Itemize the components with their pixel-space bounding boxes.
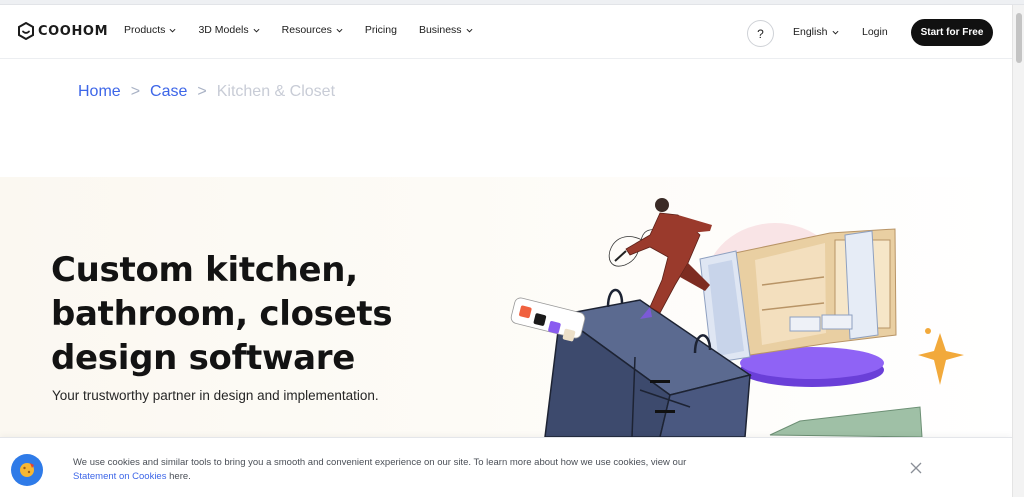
- chevron-down-icon: [466, 28, 473, 33]
- chevron-down-icon: [253, 28, 260, 33]
- chevron-down-icon: [832, 30, 839, 35]
- hero-subtitle: Your trustworthy partner in design and i…: [52, 388, 379, 403]
- illustration-swatch-card: [510, 297, 586, 342]
- breadcrumb: Home > Case > Kitchen & Closet: [78, 83, 335, 101]
- illustration-green-cabinet: [769, 406, 923, 437]
- nav-item-products[interactable]: Products: [124, 24, 176, 36]
- main-menu: Products 3D Models Resources Pricing Bus…: [124, 24, 495, 36]
- nav-item-label: Pricing: [364, 24, 397, 36]
- cookie-banner: We use cookies and similar tools to brin…: [0, 437, 1012, 497]
- start-for-free-button[interactable]: Start for Free: [911, 19, 993, 46]
- sparkle-icon: [918, 333, 964, 385]
- hero-title-line: design software: [51, 338, 355, 378]
- nav-item-label: 3D Models: [198, 24, 249, 36]
- close-icon[interactable]: [909, 461, 923, 475]
- brand-name: COOHOM: [38, 23, 109, 39]
- breadcrumb-current: Kitchen & Closet: [216, 83, 336, 100]
- breadcrumb-home[interactable]: Home: [78, 83, 121, 101]
- nav-item-business[interactable]: Business: [419, 24, 473, 36]
- coohom-logo-icon: [18, 22, 34, 40]
- illustration-figure: [614, 198, 712, 319]
- hero-title: Custom kitchen, bathroom, closets design…: [51, 248, 411, 380]
- nav-item-3d-models[interactable]: 3D Models: [198, 24, 260, 36]
- cookie-text-before: We use cookies and similar tools to brin…: [73, 457, 687, 468]
- brand-logo[interactable]: COOHOM: [18, 22, 108, 40]
- help-button[interactable]: ?: [747, 20, 774, 47]
- cookie-text-after: here.: [166, 471, 191, 482]
- cookie-icon: [11, 454, 43, 486]
- breadcrumb-separator: >: [197, 83, 207, 100]
- nav-item-label: Resources: [281, 24, 332, 36]
- breadcrumb-case[interactable]: Case: [150, 83, 187, 101]
- hero-title-line: bathroom, closets: [51, 294, 393, 334]
- page-scrollbar[interactable]: [1012, 5, 1024, 497]
- login-link[interactable]: Login: [862, 26, 888, 38]
- cookie-message: We use cookies and similar tools to brin…: [73, 456, 693, 484]
- hero-illustration: [510, 198, 964, 437]
- nav-item-pricing[interactable]: Pricing: [365, 24, 397, 36]
- breadcrumb-separator: >: [130, 83, 141, 100]
- chevron-down-icon: [169, 28, 176, 33]
- top-navbar: COOHOM Products 3D Models Resources Pric…: [0, 5, 1012, 59]
- hero-title-line: Custom kitchen,: [51, 250, 358, 290]
- nav-item-label: Business: [418, 24, 462, 36]
- nav-item-resources[interactable]: Resources: [282, 24, 343, 36]
- language-selector[interactable]: English: [793, 26, 839, 38]
- cookie-glyph-icon: [20, 463, 34, 477]
- nav-item-label: Products: [124, 24, 166, 36]
- chevron-down-icon: [336, 28, 343, 33]
- language-label: English: [793, 26, 828, 38]
- scrollbar-thumb[interactable]: [1016, 13, 1022, 63]
- sparkle-dot: [925, 328, 931, 334]
- cookie-statement-link[interactable]: Statement on Cookies: [73, 471, 166, 482]
